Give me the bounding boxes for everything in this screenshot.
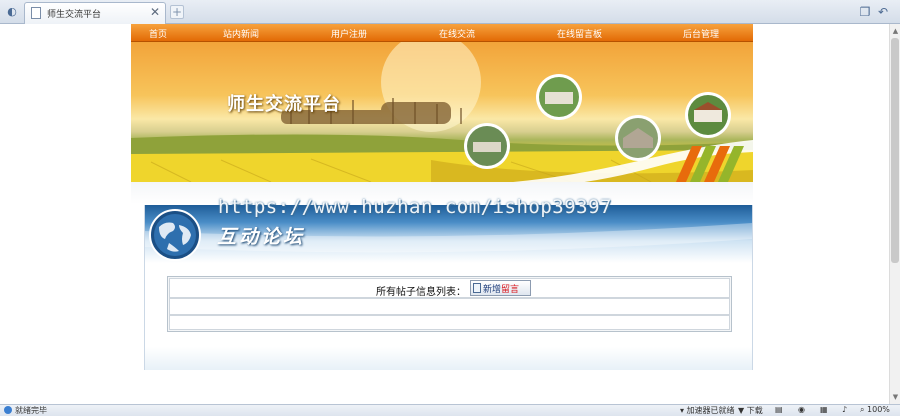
nav-item-register[interactable]: 用户注册 [331, 27, 367, 40]
accelerator-status[interactable]: ▾ 加速器已就绪 [680, 405, 735, 416]
top-navigation-bar: 首页 站内新闻 用户注册 在线交流 在线留言板 后台管理 [131, 24, 753, 42]
document-icon [473, 283, 481, 293]
scroll-up-arrow-icon[interactable]: ▲ [891, 26, 900, 36]
scroll-down-arrow-icon[interactable]: ▼ [891, 392, 900, 402]
globe-icon [149, 209, 201, 261]
forum-heading: 互动论坛 [217, 226, 306, 248]
nav-item-message-board[interactable]: 在线留言板 [557, 27, 602, 40]
new-message-button[interactable]: 新增留言 [470, 280, 531, 296]
nav-item-admin[interactable]: 后台管理 [683, 27, 719, 40]
table-row [169, 298, 730, 315]
browser-tab-title: 师生交流平台 [47, 10, 102, 20]
watermark-url: https://www.huzhan.com/ishop39397 [218, 196, 612, 218]
posts-table: 所有帖子信息列表： 新增留言 [167, 276, 732, 332]
banner-landscape-image [131, 42, 753, 182]
new-message-label: 新增留言 [483, 285, 520, 295]
page-icon [31, 7, 41, 19]
banner-title: 师生交流平台 [227, 94, 341, 115]
header-banner: 师生交流平台 [131, 42, 753, 182]
volume-icon[interactable]: ♪ [842, 405, 847, 414]
nav-item-news[interactable]: 站内新闻 [223, 27, 259, 40]
browser-home-icon[interactable]: ◐ [2, 3, 22, 21]
ie-icon[interactable]: ◉ [798, 405, 805, 414]
vertical-scrollbar[interactable]: ▲ ▼ [889, 24, 900, 404]
nav-item-online-chat[interactable]: 在线交流 [439, 27, 475, 40]
status-text: 就绪完毕 [4, 405, 47, 416]
download-button[interactable]: ▼ 下载 [738, 405, 763, 416]
table-row [169, 315, 730, 330]
zoom-level[interactable]: ⌕ 100% [860, 405, 890, 415]
table-header-row: 所有帖子信息列表： 新增留言 [169, 278, 730, 298]
browser-status-bar: 就绪完毕 ▾ 加速器已就绪 ▼ 下载 ▤ ◉ ▦ ♪ ⌕ 100% [0, 404, 900, 416]
browser-tab[interactable]: 师生交流平台 ✕ [24, 2, 166, 24]
scrollbar-thumb[interactable] [891, 38, 899, 263]
bookmark-icon[interactable]: ▤ [775, 405, 783, 414]
new-tab-button[interactable]: + [170, 5, 184, 19]
window-restore-icon[interactable]: ❐ [858, 5, 872, 19]
forum-footer-shade [145, 347, 752, 370]
forum-panel: 互动论坛 所有帖子信息列表： 新增留言 [144, 205, 753, 370]
status-globe-icon [4, 406, 12, 414]
tab-close-icon[interactable]: ✕ [150, 5, 160, 19]
posts-list-title: 所有帖子信息列表： [376, 287, 466, 298]
browser-tab-strip: ◐ 师生交流平台 ✕ + ❐ ↶ [0, 0, 900, 24]
back-arrow-icon[interactable]: ↶ [876, 5, 890, 19]
settings-icon[interactable]: ▦ [820, 405, 828, 414]
nav-item-home[interactable]: 首页 [149, 27, 167, 40]
